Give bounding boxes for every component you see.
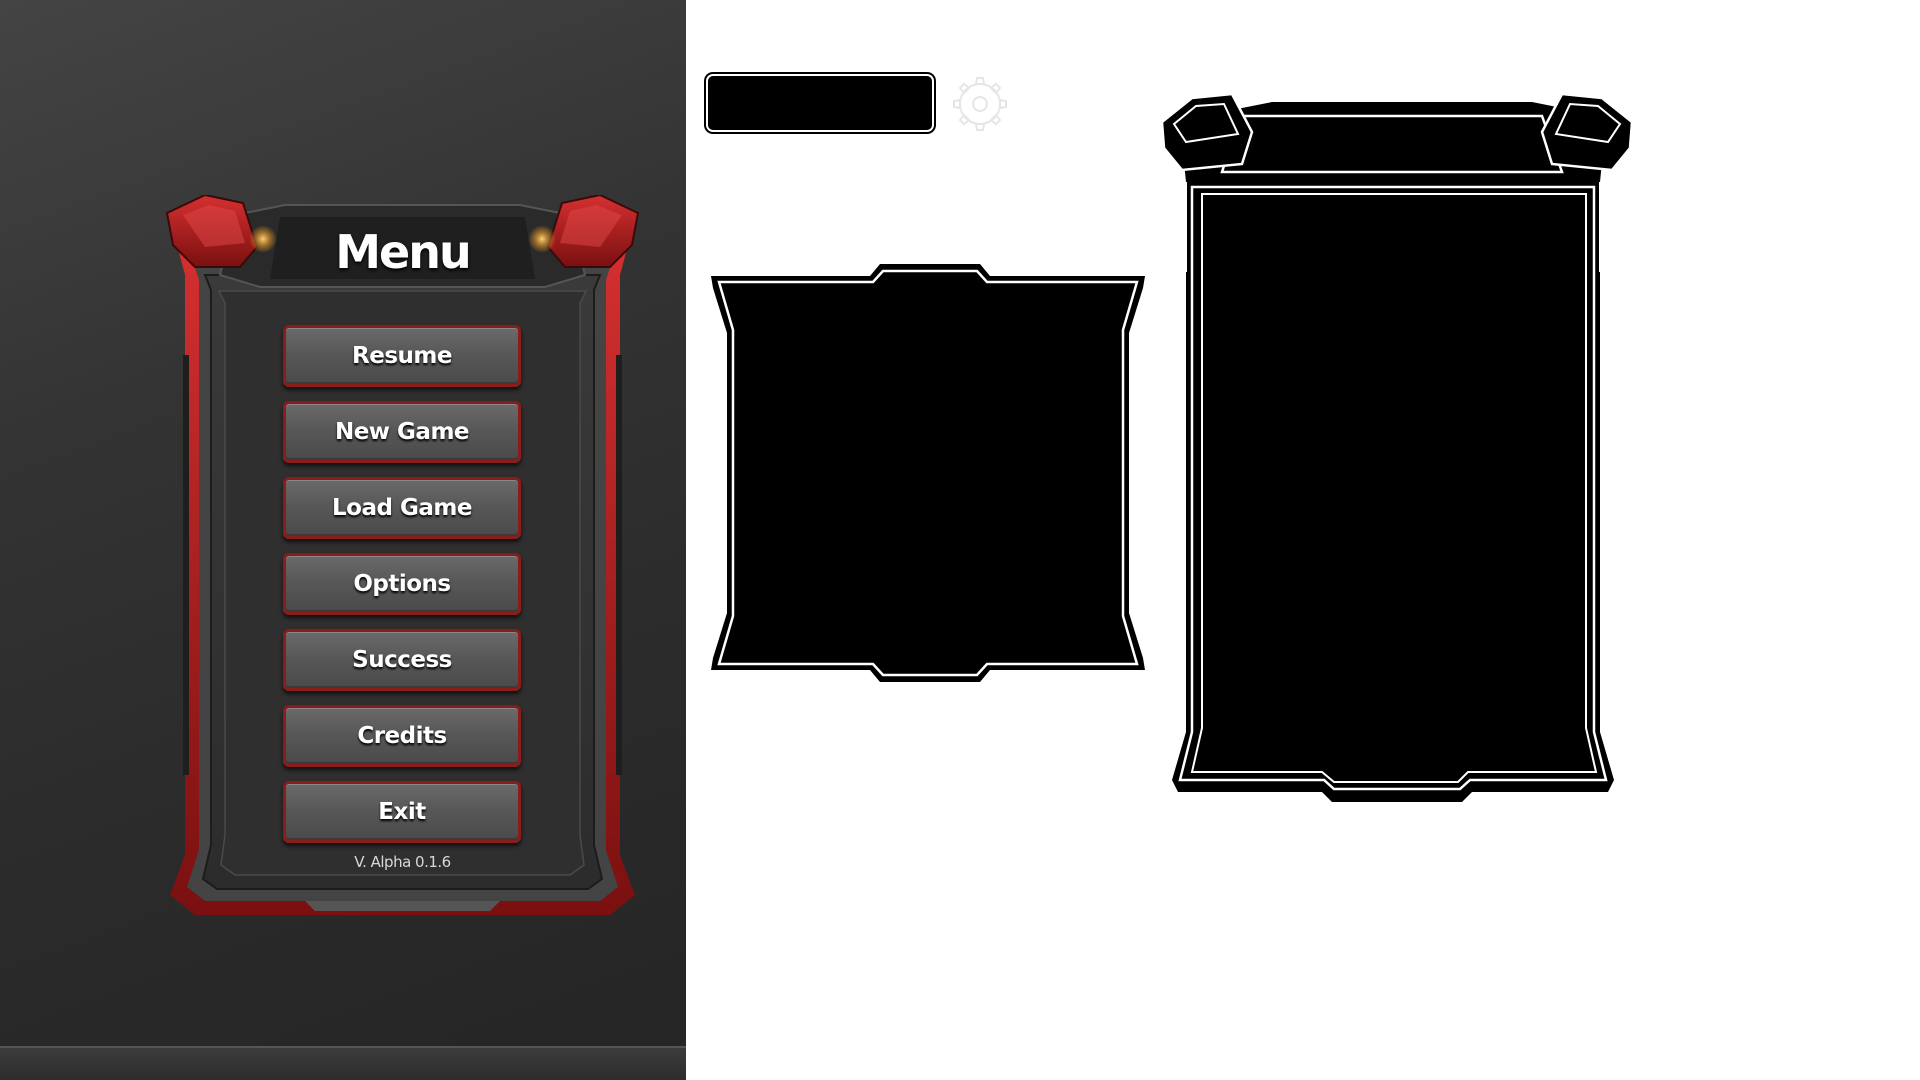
options-button[interactable]: Options <box>283 553 521 615</box>
success-button[interactable]: Success <box>283 629 521 691</box>
new-game-button[interactable]: New Game <box>283 401 521 463</box>
bottom-bar <box>0 1046 686 1080</box>
credits-button[interactable]: Credits <box>283 705 521 767</box>
gear-icon <box>953 77 1007 131</box>
resume-button[interactable]: Resume <box>283 325 521 387</box>
load-game-button[interactable]: Load Game <box>283 477 521 539</box>
tall-panel-mask <box>1162 92 1634 802</box>
game-background: Menu Resume New Game Load Game Options S… <box>0 0 686 1080</box>
menu-panel: Menu Resume New Game Load Game Options S… <box>165 195 640 915</box>
square-panel-mask <box>711 264 1145 682</box>
version-label: V. Alpha 0.1.6 <box>354 853 451 871</box>
exit-button[interactable]: Exit <box>283 781 521 843</box>
title-bar-mask <box>708 76 932 130</box>
menu-title: Menu <box>335 225 471 279</box>
